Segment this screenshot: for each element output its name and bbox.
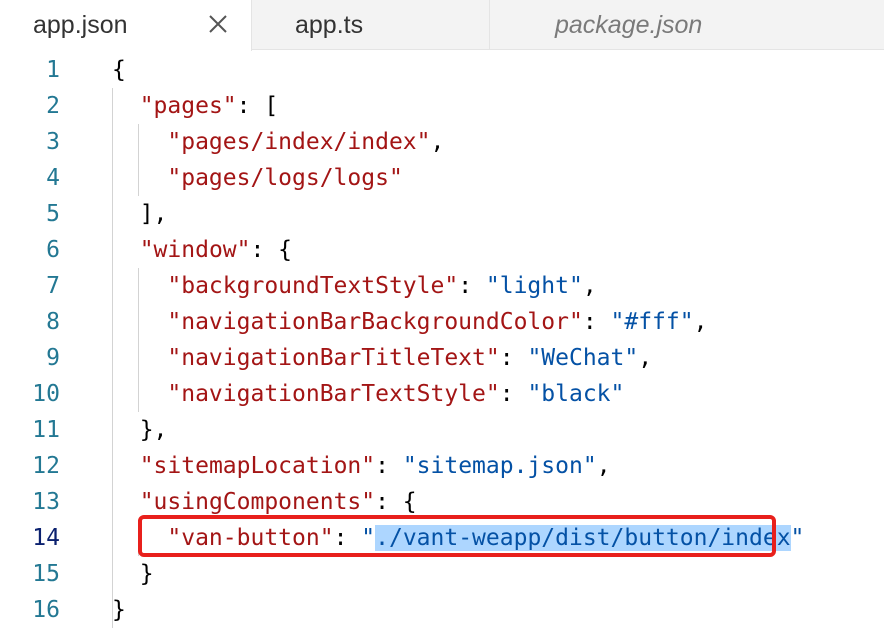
tab-app-ts[interactable]: app.ts (252, 0, 490, 50)
line-number: 15 (32, 561, 60, 587)
code-line[interactable]: 2 "pages": [ (0, 88, 884, 124)
code-text: "sitemapLocation": "sitemap.json", (112, 448, 611, 484)
code-line[interactable]: 10 "navigationBarTextStyle": "black" (0, 376, 884, 412)
punctuation: , (430, 129, 445, 155)
json-string: "sitemap.json" (402, 453, 597, 479)
code-line[interactable]: 15 } (0, 556, 884, 592)
code-text: ], (112, 196, 168, 232)
line-number: 13 (32, 489, 60, 515)
line-number: 7 (46, 273, 60, 299)
punctuation: , (638, 345, 653, 371)
code-line[interactable]: 4 "pages/logs/logs" (0, 160, 884, 196)
highlight-box (138, 515, 776, 557)
punctuation (112, 345, 167, 371)
tab-package-json[interactable]: package.json (490, 0, 884, 50)
punctuation (112, 453, 140, 479)
punctuation: } (112, 561, 154, 587)
line-number: 1 (46, 57, 60, 83)
json-key: "pages" (139, 93, 237, 119)
punctuation: : { (375, 489, 417, 515)
line-number: 2 (46, 93, 60, 119)
json-string: "black" (527, 381, 625, 407)
line-number: 6 (46, 237, 60, 263)
code-text: "pages/logs/logs" (112, 160, 403, 196)
punctuation: : (375, 453, 403, 479)
code-line[interactable]: 16} (0, 592, 884, 628)
code-text: }, (112, 412, 168, 448)
code-line[interactable]: 6 "window": { (0, 232, 884, 268)
code-line[interactable]: 1{ (0, 52, 884, 88)
punctuation (112, 129, 167, 155)
punctuation: : (499, 381, 528, 407)
line-number: 11 (32, 417, 60, 443)
json-key: "window" (139, 237, 251, 263)
line-number: 14 (32, 525, 60, 551)
json-string: "#fff" (610, 309, 694, 335)
punctuation: , (693, 309, 708, 335)
punctuation: : (582, 309, 611, 335)
punctuation (112, 237, 140, 263)
punctuation: }, (112, 417, 168, 443)
punctuation: ], (112, 201, 168, 227)
code-text: } (112, 556, 154, 592)
tab-label: app.json (33, 11, 128, 39)
code-text: "pages/index/index", (112, 124, 444, 160)
punctuation: , (596, 453, 611, 479)
json-string: " (790, 525, 805, 551)
code-text: "navigationBarTextStyle": "black" (112, 376, 624, 412)
code-text: "window": { (112, 232, 292, 268)
punctuation: : { (250, 237, 293, 263)
json-key: "backgroundTextStyle" (167, 273, 459, 299)
punctuation: } (112, 597, 126, 623)
line-number: 9 (46, 345, 60, 371)
code-text: "backgroundTextStyle": "light", (112, 268, 597, 304)
punctuation (112, 93, 140, 119)
line-number: 3 (46, 129, 60, 155)
code-line[interactable]: 12 "sitemapLocation": "sitemap.json", (0, 448, 884, 484)
json-key: "sitemapLocation" (139, 453, 376, 479)
punctuation (112, 381, 167, 407)
punctuation: : [ (236, 93, 279, 119)
punctuation (112, 489, 140, 515)
json-string: "light" (485, 273, 583, 299)
line-number: 10 (32, 381, 60, 407)
line-number: 5 (46, 201, 60, 227)
json-string: "WeChat" (527, 345, 639, 371)
line-number: 12 (32, 453, 60, 479)
line-number: 8 (46, 309, 60, 335)
code-line[interactable]: 9 "navigationBarTitleText": "WeChat", (0, 340, 884, 376)
punctuation (112, 273, 167, 299)
code-text: "navigationBarBackgroundColor": "#fff", (112, 304, 707, 340)
code-text: "pages": [ (112, 88, 278, 124)
json-key: "pages/index/index" (167, 129, 431, 155)
code-line[interactable]: 5 ], (0, 196, 884, 232)
punctuation: : (499, 345, 528, 371)
tab-bar: app.json app.ts package.json (0, 0, 884, 51)
tab-label: package.json (555, 10, 703, 39)
code-text: "navigationBarTitleText": "WeChat", (112, 340, 652, 376)
code-text: } (112, 592, 126, 628)
json-key: "navigationBarTextStyle" (167, 381, 500, 407)
punctuation: { (112, 57, 126, 83)
punctuation (112, 309, 167, 335)
tab-app-json[interactable]: app.json (0, 0, 252, 51)
tab-label: app.ts (295, 10, 364, 39)
punctuation: : (458, 273, 486, 299)
code-line[interactable]: 8 "navigationBarBackgroundColor": "#fff"… (0, 304, 884, 340)
code-line[interactable]: 7 "backgroundTextStyle": "light", (0, 268, 884, 304)
punctuation (112, 165, 167, 191)
code-text: { (112, 52, 126, 88)
json-key: "navigationBarBackgroundColor" (167, 309, 583, 335)
line-number: 4 (46, 165, 60, 191)
code-line[interactable]: 3 "pages/index/index", (0, 124, 884, 160)
punctuation: , (582, 273, 597, 299)
json-key: "usingComponents" (139, 489, 376, 515)
close-icon[interactable] (204, 10, 232, 38)
line-number: 16 (32, 597, 60, 623)
json-key: "pages/logs/logs" (167, 165, 403, 191)
code-line[interactable]: 11 }, (0, 412, 884, 448)
json-key: "navigationBarTitleText" (167, 345, 500, 371)
